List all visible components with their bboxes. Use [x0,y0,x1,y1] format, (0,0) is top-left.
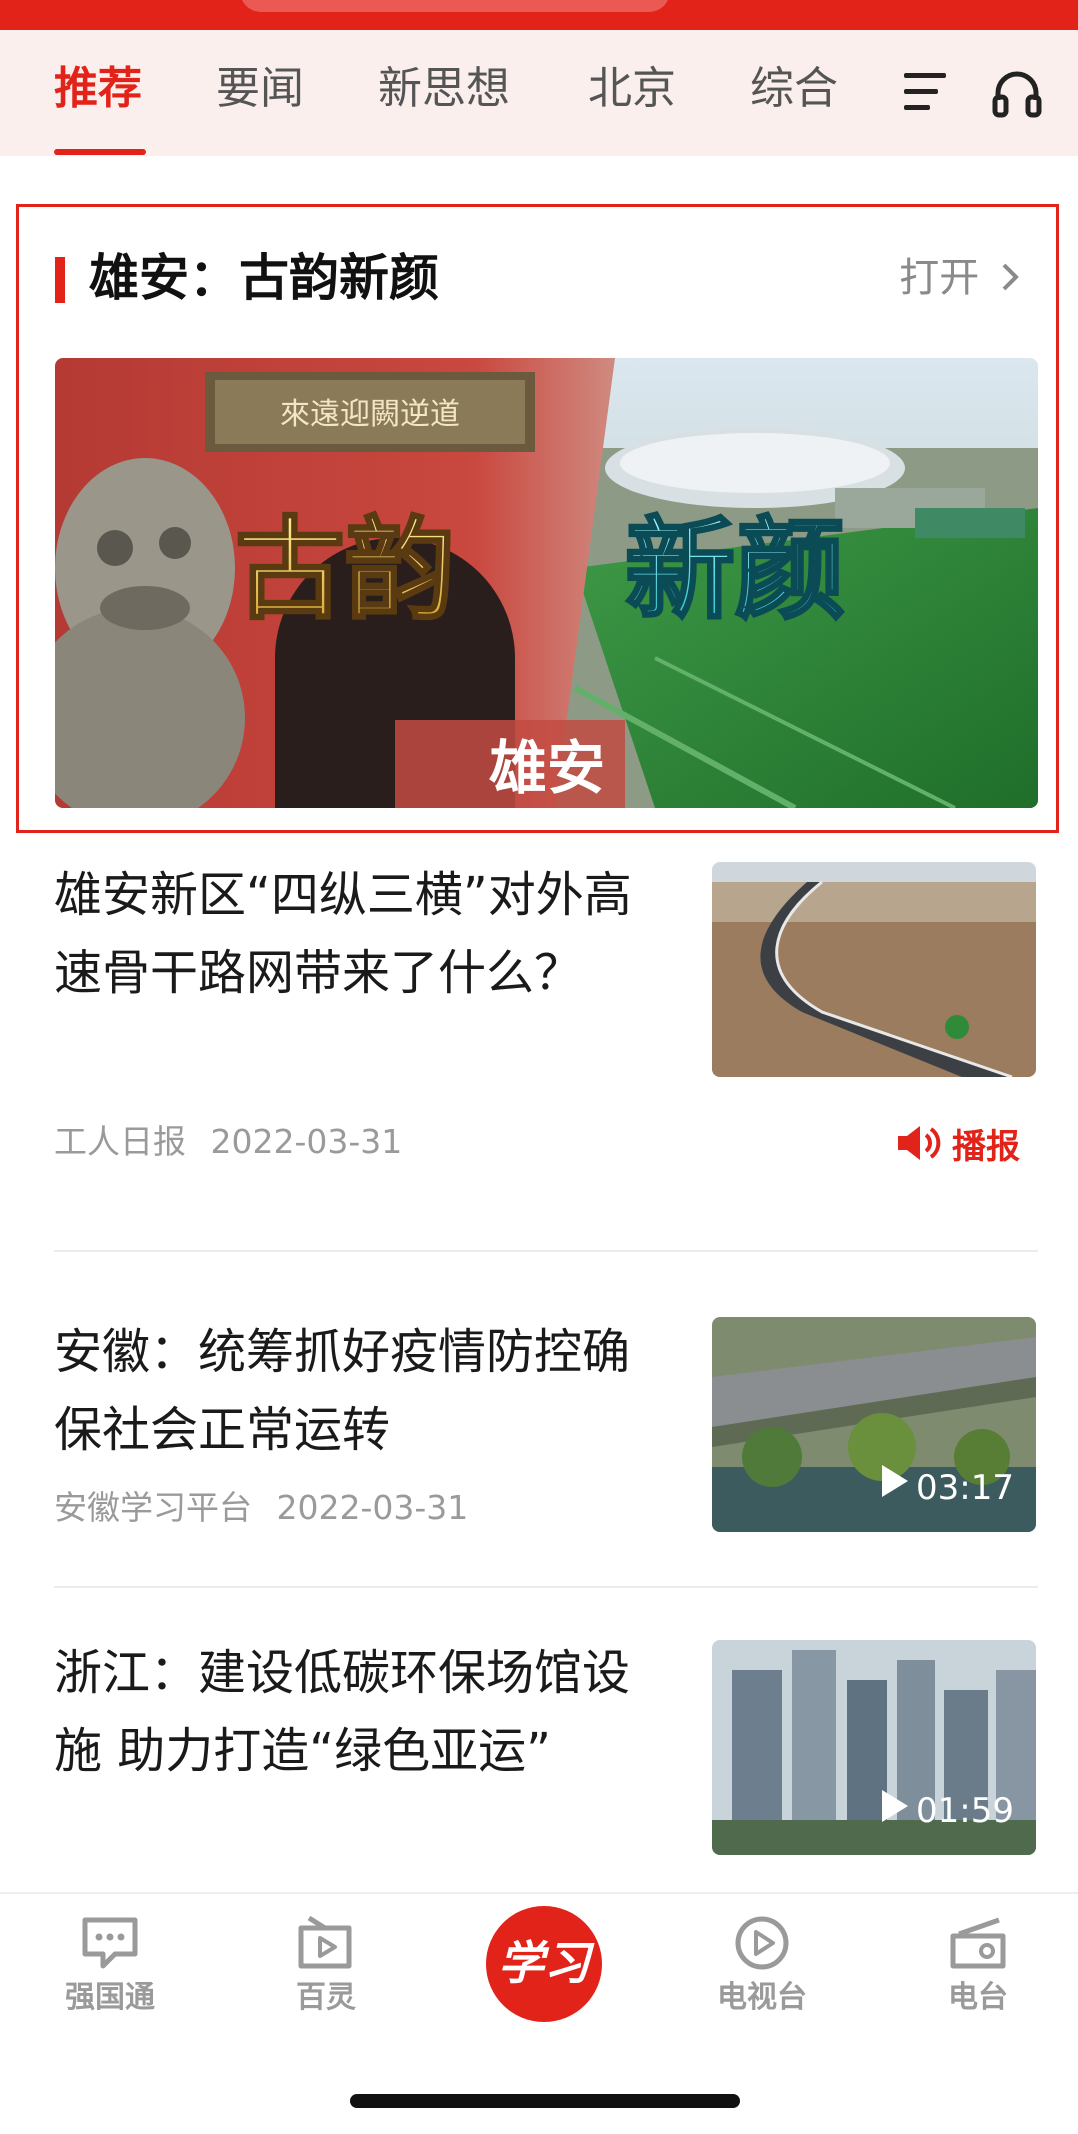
thumbnail-highway-image [712,862,1036,1077]
home-indicator [350,2094,740,2108]
speaker-icon [898,1126,941,1160]
feature-banner[interactable]: 來遠迎闕逆道 古韵 新颜 雄安 [55,358,1038,808]
nav-label: 百灵 [296,1980,356,2015]
nav-qiangguotong[interactable]: 强国通 [30,1914,190,2018]
feature-title: 雄安：古韵新颜 [89,248,439,307]
open-link[interactable]: 打开 [899,251,1022,305]
video-thumbnail[interactable]: 01:59 [712,1640,1036,1855]
video-duration: 03:17 [916,1468,1014,1508]
news-date: 2022-03-31 [210,1122,403,1161]
video-duration: 01:59 [916,1791,1014,1831]
banner-plaque-text: 來遠迎闕逆道 [280,397,460,432]
banner-text-xiongan: 雄安 [489,734,605,802]
tab-headlines[interactable]: 要闻 [216,62,304,116]
banner-text-gu-yun: 古韵 [235,505,455,634]
tab-general[interactable]: 综合 [750,62,838,116]
radio-icon [950,1917,1006,1969]
divider [54,1586,1038,1588]
active-tab-indicator [54,149,146,155]
play-icon [882,1790,908,1822]
video-play-icon [298,1915,352,1969]
news-meta: 工人日报 2022-03-31 [54,1120,402,1164]
nav-label: 电视台 [717,1980,807,2015]
play-icon [882,1465,908,1497]
menu-icon[interactable] [900,70,950,114]
news-source: 安徽学习平台 [54,1488,252,1527]
news-source: 工人日报 [54,1122,186,1161]
banner-image: 來遠迎闕逆道 古韵 新颜 雄安 [55,358,1038,808]
tab-recommend[interactable]: 推荐 [54,62,142,116]
broadcast-button[interactable]: 播报 [896,1118,1020,1168]
title-accent-bar [55,257,65,303]
news-title[interactable]: 安徽：统筹抓好疫情防控确保社会正常运转 [54,1313,654,1469]
nav-tv[interactable]: 电视台 [682,1914,842,2018]
news-date: 2022-03-31 [276,1488,469,1527]
video-thumbnail[interactable]: 03:17 [712,1317,1036,1532]
news-meta: 安徽学习平台 2022-03-31 [54,1486,468,1530]
open-link-label: 打开 [899,255,980,301]
divider [54,1250,1038,1252]
news-title[interactable]: 雄安新区“四纵三横”对外高速骨干路网带来了什么？ [54,856,654,1012]
banner-text-xin-yan: 新颜 [625,505,845,634]
broadcast-label: 播报 [952,1126,1020,1167]
news-thumbnail[interactable] [712,862,1036,1077]
tab-beijing[interactable]: 北京 [588,62,676,116]
xuexi-logo: 学习 [498,1936,590,1990]
news-title[interactable]: 浙江：建设低碳环保场馆设施 助力打造“绿色亚运” [54,1634,654,1790]
nav-label: 电台 [948,1980,1008,2015]
nav-radio[interactable]: 电台 [898,1914,1058,2018]
chat-icon [82,1917,138,1969]
xuexi-center-button[interactable]: 学习 [486,1906,602,2022]
search-pill[interactable] [240,0,670,12]
tab-new-thought[interactable]: 新思想 [378,62,510,116]
headphones-icon[interactable] [990,66,1044,120]
nav-label: 强国通 [65,1980,155,2015]
nav-bailing[interactable]: 百灵 [246,1914,406,2018]
chevron-right-icon [1002,263,1019,291]
feature-card[interactable]: 雄安：古韵新颜 打开 來遠迎闕逆道 古韵 新颜 雄安 [16,204,1059,833]
tv-play-icon [735,1916,789,1970]
